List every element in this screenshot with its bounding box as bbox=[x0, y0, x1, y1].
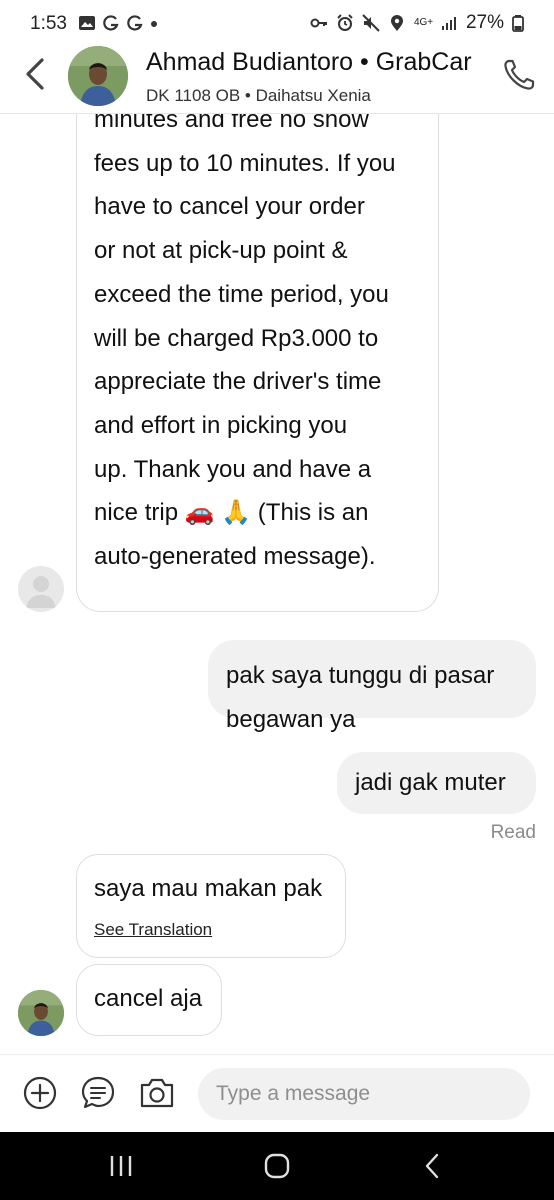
message-text: pak saya tunggu di pasar begawan ya bbox=[226, 662, 495, 733]
message-list[interactable]: minutes and free no show fees up to 10 m… bbox=[0, 114, 554, 1054]
status-time: 1:53 bbox=[30, 13, 67, 34]
see-translation-link[interactable]: See Translation bbox=[94, 919, 212, 941]
contact-name: Ahmad Budiantoro • GrabCar bbox=[146, 48, 472, 76]
home-icon[interactable] bbox=[260, 1150, 294, 1182]
camera-icon[interactable] bbox=[138, 1075, 176, 1111]
phone-icon[interactable] bbox=[502, 58, 536, 92]
notification-icons bbox=[78, 14, 158, 32]
driver-photo-icon bbox=[68, 46, 128, 106]
driver-avatar-small[interactable] bbox=[18, 990, 64, 1036]
google-g-icon bbox=[127, 15, 143, 31]
status-right-icons: 4G+ 27% bbox=[310, 12, 524, 34]
network-type: 4G+ bbox=[413, 17, 434, 28]
back-button[interactable] bbox=[18, 54, 54, 94]
chat-header: Ahmad Budiantoro • GrabCar DK 1108 OB • … bbox=[0, 36, 554, 114]
message-text: saya mau makan pak bbox=[94, 875, 323, 902]
location-icon bbox=[390, 15, 403, 31]
incoming-message: saya mau makan pak See Translation bbox=[76, 854, 346, 958]
system-nav-bar bbox=[0, 1132, 554, 1200]
mute-icon bbox=[362, 14, 380, 32]
battery-percent: 27% bbox=[465, 12, 504, 33]
signal-icon bbox=[441, 17, 456, 30]
alarm-icon bbox=[337, 14, 353, 31]
battery-icon bbox=[512, 15, 524, 32]
composer-bar bbox=[0, 1054, 554, 1132]
read-receipt: Read bbox=[490, 822, 536, 843]
back-nav-icon[interactable] bbox=[416, 1150, 450, 1182]
incoming-message: cancel aja bbox=[76, 964, 222, 1036]
key-icon bbox=[310, 18, 327, 28]
outgoing-message: pak saya tunggu di pasar begawan ya bbox=[208, 640, 536, 733]
user-silhouette-icon bbox=[26, 576, 56, 608]
gallery-notification-icon bbox=[79, 16, 95, 30]
recent-apps-icon[interactable] bbox=[104, 1150, 138, 1182]
google-g-icon bbox=[103, 15, 119, 31]
message-text: minutes and free no show fees up to 10 m… bbox=[94, 114, 396, 571]
message-text: jadi gak muter bbox=[355, 769, 506, 796]
plus-circle-icon[interactable] bbox=[22, 1075, 58, 1111]
driver-avatar[interactable] bbox=[68, 46, 128, 106]
driver-photo-icon bbox=[18, 990, 64, 1036]
incoming-message-auto: minutes and free no show fees up to 10 m… bbox=[76, 114, 439, 612]
vehicle-info: DK 1108 OB • Daihatsu Xenia bbox=[146, 86, 371, 105]
chat-bubble-icon[interactable] bbox=[80, 1075, 116, 1111]
placeholder-avatar bbox=[18, 566, 64, 612]
message-text: cancel aja bbox=[94, 985, 203, 1012]
outgoing-message: jadi gak muter bbox=[337, 752, 536, 814]
dot-icon bbox=[151, 21, 157, 27]
message-input[interactable] bbox=[198, 1068, 530, 1120]
